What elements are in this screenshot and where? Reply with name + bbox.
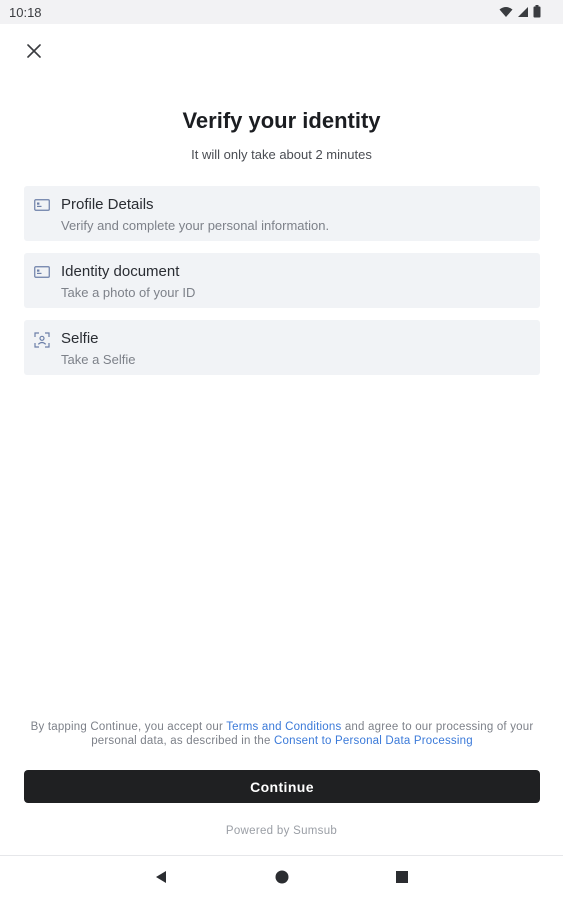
- home-circle-icon: [275, 870, 289, 889]
- step-description: Take a photo of your ID: [61, 285, 196, 300]
- consent-link[interactable]: Consent to Personal Data Processing: [274, 735, 473, 747]
- powered-by-text: Powered by Sumsub: [225, 825, 338, 837]
- recents-square-icon: [395, 870, 409, 889]
- step-description: Verify and complete your personal inform…: [61, 218, 330, 233]
- step-title: Selfie: [61, 330, 99, 347]
- face-scan-icon: [34, 332, 50, 348]
- id-card-icon: [34, 198, 50, 212]
- id-card-icon: [34, 265, 50, 279]
- screen: 10:18 Verify your identity It will only …: [0, 0, 563, 900]
- consent-text: By tapping Continue, you accept our Term…: [24, 720, 540, 748]
- signal-icon: [517, 5, 529, 23]
- consent-text-part: By tapping Continue, you accept our: [30, 721, 227, 733]
- home-button[interactable]: [272, 869, 292, 889]
- steps-list: Profile Details Verify and complete your…: [24, 186, 540, 387]
- status-time: 10:18: [9, 5, 42, 20]
- step-selfie[interactable]: Selfie Take a Selfie: [24, 320, 540, 375]
- page-subtitle: It will only take about 2 minutes: [191, 147, 372, 162]
- continue-button[interactable]: Continue: [24, 770, 540, 803]
- back-triangle-icon: [154, 870, 168, 889]
- step-title: Profile Details: [61, 196, 154, 213]
- recents-button[interactable]: [392, 869, 412, 889]
- status-bar: 10:18: [0, 0, 563, 24]
- step-profile-details[interactable]: Profile Details Verify and complete your…: [24, 186, 540, 241]
- close-button[interactable]: [22, 41, 46, 65]
- navigation-bar: [0, 855, 563, 900]
- back-button[interactable]: [151, 869, 171, 889]
- status-icons: [499, 5, 541, 23]
- battery-icon: [533, 5, 541, 23]
- step-description: Take a Selfie: [61, 352, 136, 367]
- wifi-icon: [499, 5, 513, 23]
- step-title: Identity document: [61, 263, 180, 280]
- terms-link[interactable]: Terms and Conditions: [226, 721, 341, 733]
- close-icon: [27, 43, 41, 63]
- page-title: Verify your identity: [182, 108, 381, 133]
- step-identity-document[interactable]: Identity document Take a photo of your I…: [24, 253, 540, 308]
